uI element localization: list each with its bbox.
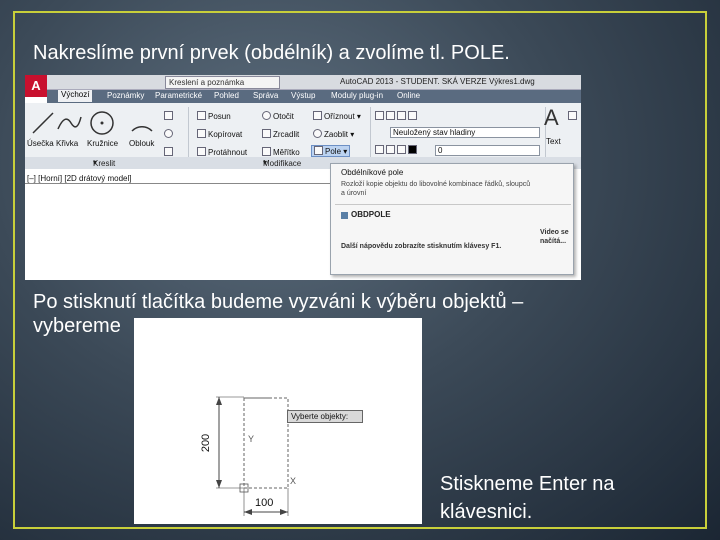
bulb-icon [375,145,384,154]
rectangle-icon [164,111,173,120]
dimension-vertical: 200 [200,433,213,453]
fillet-icon [313,129,322,138]
axis-y-label: Y [248,434,255,444]
scale-tool[interactable]: Měřítko [262,147,300,157]
polyline-tool-label[interactable]: Křivka [56,139,78,148]
panel-label-draw[interactable]: Kreslit ▾ [93,158,115,168]
axis-x-label: X [290,476,297,486]
command-icon [341,212,348,219]
draw-extra-2[interactable] [164,129,175,139]
tab-parametricke[interactable]: Parametrické [155,91,202,100]
viewport-label[interactable]: [–] [Horní] [2D drátový model] [27,174,132,183]
line-tool-icon[interactable] [29,109,57,137]
viewport-border [25,183,335,184]
instruction-text-top: Nakreslíme první prvek (obdélník) a zvol… [33,42,510,64]
layer-row[interactable] [375,145,419,155]
arc-tool-label[interactable]: Oblouk [129,139,154,148]
instruction-text-mid-2: vybereme [33,315,121,337]
dimension-icon [568,111,577,120]
annotation-extra[interactable] [568,111,579,121]
app-logo[interactable]: A [25,75,47,97]
tab-moduly-plugin[interactable]: Moduly plug-in [331,91,383,100]
panel-divider [370,107,371,163]
copy-tool[interactable]: Kopírovat [197,129,242,139]
app-title: AutoCAD 2013 - STUDENT. SKÁ VERZE Výkres… [340,77,535,86]
stretch-tool[interactable]: Protáhnout [197,147,247,157]
tooltip-heading: Obdélníkové pole [341,168,404,177]
rotate-icon [262,111,271,120]
draw-extra-1[interactable] [164,111,175,121]
panel-divider [188,107,189,163]
array-icon [314,146,323,155]
tab-online[interactable]: Online [397,91,420,100]
layer-isolate-icon [408,111,417,120]
copy-icon [197,129,206,138]
hatch-icon [164,147,173,156]
trim-icon [313,111,322,120]
arc-tool-icon[interactable] [128,109,156,137]
mirror-icon [262,129,271,138]
rotate-tool[interactable]: Otočit [262,111,294,121]
array-tooltip: Obdélníkové pole Rozloží kopie objektu d… [330,163,574,275]
rectangle-drawing-screenshot: Vyberte objekty: Y X 200 100 [134,318,422,524]
array-pole-button[interactable]: Pole ▾ [311,145,351,157]
stretch-icon [197,147,206,156]
tab-vychozi[interactable]: Výchozí [58,90,93,102]
sun-icon [386,145,395,154]
tab-poznamky[interactable]: Poznámky [107,91,144,100]
tab-vystup[interactable]: Výstup [291,91,315,100]
color-swatch-icon [408,145,417,154]
dimension-horizontal: 100 [255,497,274,509]
layer-tools-row[interactable] [375,111,419,121]
select-objects-prompt: Vyberte objekty: [287,410,363,423]
ribbon-tabs: Výchozí Poznámky Parametrické Pohled Spr… [47,90,581,103]
layer-state-dropdown[interactable]: Neuložený stav hladiny [390,127,540,138]
scale-icon [262,147,271,156]
instruction-text-mid-1: Po stisknutí tlačítka budeme vyzváni k v… [33,291,524,313]
layer-state-icon [397,111,406,120]
layer-dropdown[interactable]: 0 [435,145,540,156]
move-icon [197,111,206,120]
panel-label-modify[interactable]: Modifikace ▾ [263,158,301,168]
mirror-tool[interactable]: Zrcadlit [262,129,299,139]
workspace-dropdown[interactable]: Kreslení a poznámka [165,76,280,89]
fillet-tool[interactable]: Zaoblit ▾ [313,129,354,139]
polyline-tool-icon[interactable] [55,109,83,137]
instruction-text-bottom-1: Stiskneme Enter na [440,473,615,495]
rectangle-drawing [216,396,289,516]
draw-extra-3[interactable] [164,147,175,157]
lock-icon [397,145,406,154]
tooltip-description: Rozloží kopie objektu do libovolné kombi… [341,181,531,197]
layer-icon [386,111,395,120]
instruction-text-bottom-2: klávesnici. [440,501,533,523]
circle-tool-icon[interactable] [88,109,116,137]
trim-tool[interactable]: Oříznout ▾ [313,111,361,121]
move-tool[interactable]: Posun [197,111,231,121]
circle-tool-label[interactable]: Kružnice [87,139,118,148]
tooltip-command: OBDPOLE [351,210,391,219]
ellipse-icon [164,129,173,138]
tooltip-video-status: Video se načítá... [540,229,569,245]
tooltip-help: Další nápovědu zobrazíte stisknutím kláv… [341,243,502,250]
tab-pohled[interactable]: Pohled [214,91,239,100]
text-tool-icon[interactable]: A [544,105,559,131]
title-bar: A Kreslení a poznámka AutoCAD 2013 - STU… [25,75,581,97]
line-tool-label[interactable]: Úsečka [27,139,54,148]
layer-properties-icon [375,111,384,120]
tab-sprava[interactable]: Správa [253,91,278,100]
tooltip-divider [335,204,571,205]
text-tool-label[interactable]: Text [546,137,561,146]
